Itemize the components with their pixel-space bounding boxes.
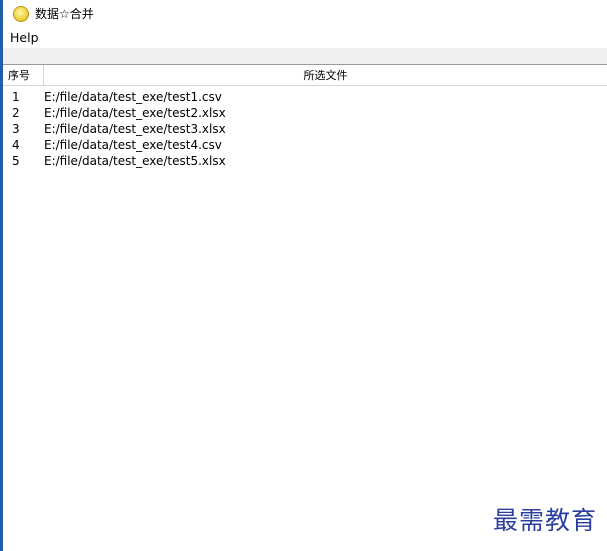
window-title: 数据☆合并: [35, 7, 94, 21]
app-icon: [13, 5, 29, 22]
row-index: 2: [12, 106, 20, 120]
table-row[interactable]: 1 E:/file/data/test_exe/test1.csv: [3, 89, 607, 105]
watermark-text: 最需教育: [492, 506, 597, 535]
row-file-path: E:/file/data/test_exe/test1.csv: [44, 90, 222, 104]
column-header-index[interactable]: 序号: [3, 65, 44, 85]
file-table: 序号 所选文件 1 E:/file/data/test_exe/test1.cs…: [3, 64, 607, 551]
row-index: 3: [12, 122, 20, 136]
menu-item-help[interactable]: Help: [3, 30, 46, 45]
table-row[interactable]: 3 E:/file/data/test_exe/test3.xlsx: [3, 121, 607, 137]
menu-bar: Help: [3, 27, 607, 48]
table-header: 序号 所选文件: [3, 65, 607, 86]
table-row[interactable]: 5 E:/file/data/test_exe/test5.xlsx: [3, 153, 607, 169]
row-file-path: E:/file/data/test_exe/test2.xlsx: [44, 106, 226, 120]
row-index: 4: [12, 138, 20, 152]
row-index: 5: [12, 154, 20, 168]
row-file-path: E:/file/data/test_exe/test4.csv: [44, 138, 222, 152]
table-row[interactable]: 4 E:/file/data/test_exe/test4.csv: [3, 137, 607, 153]
row-index: 1: [12, 90, 20, 104]
toolbar-area: [3, 48, 607, 64]
row-file-path: E:/file/data/test_exe/test3.xlsx: [44, 122, 226, 136]
table-row[interactable]: 2 E:/file/data/test_exe/test2.xlsx: [3, 105, 607, 121]
column-header-file[interactable]: 所选文件: [44, 65, 607, 85]
row-file-path: E:/file/data/test_exe/test5.xlsx: [44, 154, 226, 168]
title-bar[interactable]: 数据☆合并: [3, 0, 607, 27]
table-body: 1 E:/file/data/test_exe/test1.csv 2 E:/f…: [3, 86, 607, 169]
